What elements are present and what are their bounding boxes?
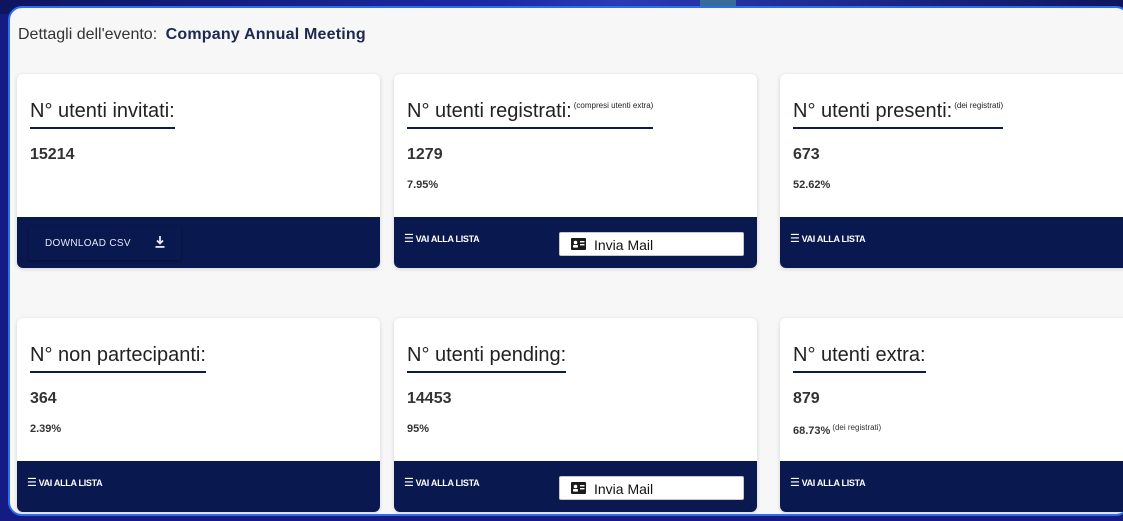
hamburger-menu-icon: ☰ — [404, 477, 414, 489]
card-percent-note: (dei registrati) — [832, 423, 882, 432]
vai-alla-lista-link[interactable]: ☰ VAI ALLA LISTA — [790, 232, 866, 245]
vai-alla-lista-link[interactable]: ☰ VAI ALLA LISTA — [27, 476, 103, 489]
card-utenti-invitati: N° utenti invitati: 15214 DOWNLOAD CSV — [17, 74, 380, 268]
card-title: N° utenti presenti: (dei registrati) — [793, 100, 1004, 129]
card-title: N° non partecipanti: — [30, 344, 206, 373]
card-percent: 95% — [407, 423, 430, 435]
card-title: N° utenti invitati: — [30, 100, 175, 129]
event-header: Dettagli dell'evento: Company Annual Mee… — [18, 26, 366, 44]
card-footer: ☰ VAI ALLA LISTA Invia Mail — [394, 217, 757, 268]
card-title: N° utenti registrati: (compresi utenti ex… — [407, 100, 654, 129]
card-value: 364 — [30, 390, 57, 407]
card-title: N° utenti extra: — [793, 344, 926, 373]
card-footer: ☰ VAI ALLA LISTA — [17, 461, 380, 512]
invia-mail-button[interactable]: Invia Mail — [559, 476, 744, 500]
event-details-panel: Dettagli dell'evento: Company Annual Mee… — [8, 6, 1123, 516]
invia-mail-button[interactable]: Invia Mail — [559, 232, 744, 256]
card-percent: 68.73% (dei registrati) — [793, 423, 882, 437]
card-value: 15214 — [30, 146, 75, 163]
card-footer: DOWNLOAD CSV — [17, 217, 380, 268]
vai-alla-lista-link[interactable]: ☰ VAI ALLA LISTA — [404, 476, 480, 489]
card-value: 673 — [793, 146, 820, 163]
card-percent: 2.39% — [30, 423, 62, 435]
card-utenti-presenti: N° utenti presenti: (dei registrati) 673 … — [780, 74, 1123, 268]
card-non-partecipanti: N° non partecipanti: 364 2.39% ☰ VAI ALLA… — [17, 318, 380, 512]
invia-mail-label: Invia Mail — [594, 237, 654, 253]
event-label: Dettagli dell'evento: — [18, 26, 158, 43]
card-value: 879 — [793, 390, 820, 407]
card-utenti-registrati: N° utenti registrati: (compresi utenti ex… — [394, 74, 757, 268]
hamburger-menu-icon: ☰ — [790, 233, 800, 245]
download-icon — [155, 236, 165, 248]
card-utenti-pending: N° utenti pending: 14453 95% ☰ VAI ALLA L… — [394, 318, 757, 512]
card-title: N° utenti pending: — [407, 344, 567, 373]
card-percent: 52.62% — [793, 179, 831, 191]
download-csv-button[interactable]: DOWNLOAD CSV — [29, 226, 181, 260]
hamburger-menu-icon: ☰ — [27, 477, 37, 489]
event-name: Company Annual Meeting — [165, 26, 366, 43]
card-footer: ☰ VAI ALLA LISTA Invia Mail — [394, 461, 757, 512]
invia-mail-label: Invia Mail — [594, 481, 654, 497]
card-value: 1279 — [407, 146, 443, 163]
card-value: 14453 — [407, 390, 452, 407]
card-footer: ☰ VAI ALLA LISTA — [780, 217, 1123, 268]
vai-alla-lista-link[interactable]: ☰ VAI ALLA LISTA — [404, 232, 480, 245]
card-title-note: (dei registrati) — [954, 101, 1004, 110]
card-title-note: (compresi utenti extra) — [573, 101, 654, 110]
hamburger-menu-icon: ☰ — [404, 233, 414, 245]
card-utenti-extra: N° utenti extra: 879 68.73% (dei registra… — [780, 318, 1123, 512]
download-csv-label: DOWNLOAD CSV — [45, 238, 131, 249]
contact-card-icon — [571, 482, 586, 494]
card-footer: ☰ VAI ALLA LISTA — [780, 461, 1123, 512]
contact-card-icon — [571, 238, 586, 250]
hamburger-menu-icon: ☰ — [790, 477, 800, 489]
vai-alla-lista-link[interactable]: ☰ VAI ALLA LISTA — [790, 476, 866, 489]
card-percent: 7.95% — [407, 179, 439, 191]
